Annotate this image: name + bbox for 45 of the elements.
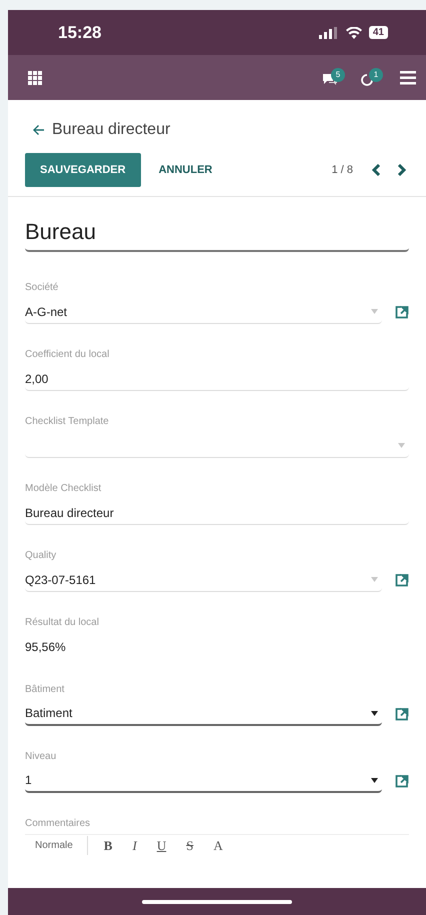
field-label: Niveau <box>25 750 58 763</box>
format-tool[interactable]: B <box>104 836 112 856</box>
input-field[interactable]: 2,00 <box>25 367 409 391</box>
pager-text: 1 / 8 <box>332 162 353 178</box>
signal-icon <box>318 26 339 38</box>
clock-time: 15:28 <box>58 22 102 44</box>
count-badge: 5 <box>331 68 345 82</box>
count-badge: 1 <box>369 68 383 82</box>
next-icon[interactable] <box>397 164 407 176</box>
format-tool[interactable]: U <box>156 836 166 856</box>
name-field[interactable]: Bureau <box>25 214 409 252</box>
breadcrumb-title: Bureau directeur <box>52 120 170 140</box>
external-link-icon[interactable] <box>395 305 409 319</box>
field-label: Bâtiment <box>25 683 66 696</box>
field-label: Quality <box>25 549 58 562</box>
wifi-icon <box>346 26 362 38</box>
battery-level: 41 <box>368 26 388 39</box>
field-label: Modèle Checklist <box>25 482 102 495</box>
dropdown-field[interactable]: 1 <box>25 769 382 793</box>
apps-menu-icon[interactable] <box>28 70 42 84</box>
caret-icon[interactable] <box>371 778 378 782</box>
discard-button[interactable]: ANNULER <box>144 153 226 187</box>
format-tool[interactable]: S <box>186 836 194 856</box>
caret-icon[interactable] <box>371 710 378 716</box>
dropdown-field[interactable]: A-G-net <box>25 300 382 324</box>
menu-icon[interactable] <box>400 70 416 84</box>
field-label: Coefficient du local <box>25 348 110 361</box>
dropdown-field[interactable]: Batiment <box>25 702 382 726</box>
field-label: Commentaires <box>25 817 92 831</box>
style-dropdown[interactable]: Normale <box>35 838 73 853</box>
external-link-icon[interactable] <box>395 707 409 721</box>
input-field[interactable]: Bureau directeur <box>25 501 409 525</box>
previous-icon[interactable] <box>371 164 381 176</box>
save-button[interactable]: SAUVEGARDER <box>25 153 141 187</box>
dropdown-field[interactable]: Q23-07-5161 <box>25 568 382 592</box>
external-link-icon[interactable] <box>395 573 409 587</box>
field-label: Checklist Template <box>25 415 110 428</box>
format-tool[interactable]: I <box>132 836 137 856</box>
field-value: 95,56% <box>25 639 66 656</box>
back-arrow-icon[interactable] <box>33 125 44 135</box>
external-link-icon[interactable] <box>395 774 409 788</box>
clock-icon[interactable] <box>360 72 374 86</box>
format-tool[interactable]: A <box>213 836 223 856</box>
field-label: Résultat du local <box>25 616 100 629</box>
field-label: Société <box>25 281 60 294</box>
